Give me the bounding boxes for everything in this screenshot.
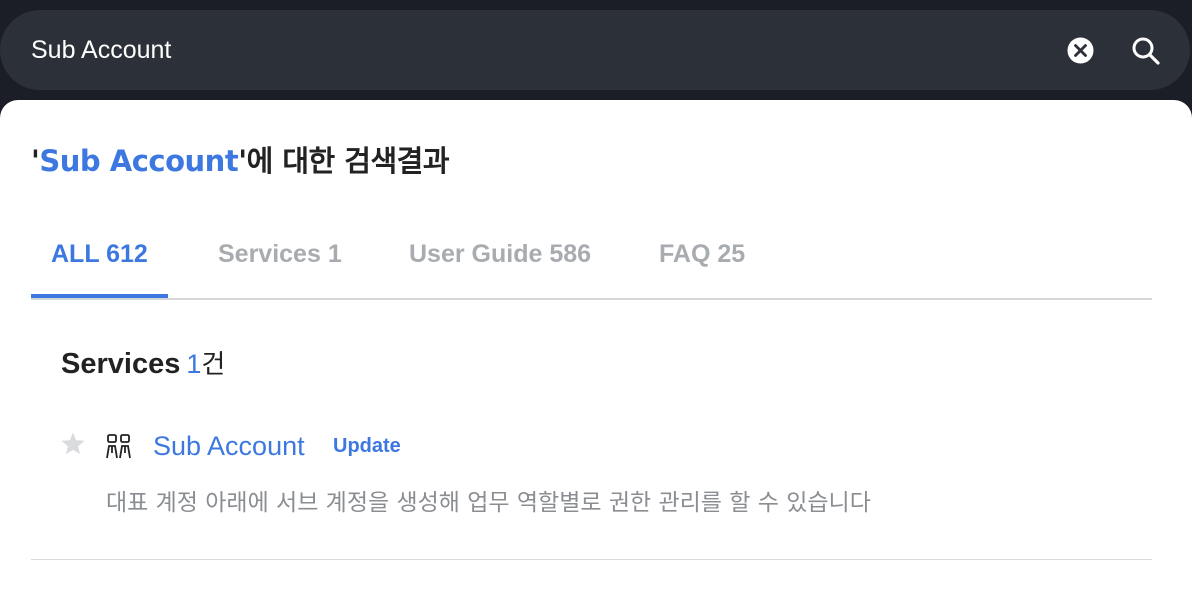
results-heading: 'Sub Account'에 대한 검색결과 xyxy=(31,138,450,180)
services-section-title: Services 1건 xyxy=(61,344,225,381)
active-tab-indicator xyxy=(31,294,168,298)
service-description: 대표 계정 아래에 서브 계정을 생성해 업무 역할별로 권한 관리를 할 수 … xyxy=(106,490,871,516)
section-count: 1 xyxy=(186,349,202,379)
heading-suffix: '에 대한 검색결과 xyxy=(238,144,450,178)
service-link-sub-account[interactable]: Sub Account xyxy=(153,431,305,462)
search-box xyxy=(0,10,1190,90)
section-divider xyxy=(31,559,1152,560)
search-results-panel: 'Sub Account'에 대한 검색결과 ALL 612 Services … xyxy=(0,100,1192,590)
top-search-bar xyxy=(0,0,1192,100)
search-input[interactable] xyxy=(31,33,931,67)
tab-user-guide[interactable]: User Guide 586 xyxy=(409,240,591,269)
favorite-star-icon[interactable] xyxy=(60,431,86,457)
update-badge: Update xyxy=(333,435,401,457)
clear-search-icon[interactable] xyxy=(1067,37,1094,64)
users-icon xyxy=(106,434,131,459)
heading-query: Sub Account xyxy=(39,144,239,178)
tab-faq[interactable]: FAQ 25 xyxy=(659,240,745,269)
section-count-unit: 건 xyxy=(201,350,226,380)
search-icon[interactable] xyxy=(1130,35,1162,67)
tab-all[interactable]: ALL 612 xyxy=(51,240,148,269)
tab-services[interactable]: Services 1 xyxy=(218,240,342,269)
results-tabs: ALL 612 Services 1 User Guide 586 FAQ 25 xyxy=(31,228,1152,300)
section-title-label: Services xyxy=(61,348,181,380)
